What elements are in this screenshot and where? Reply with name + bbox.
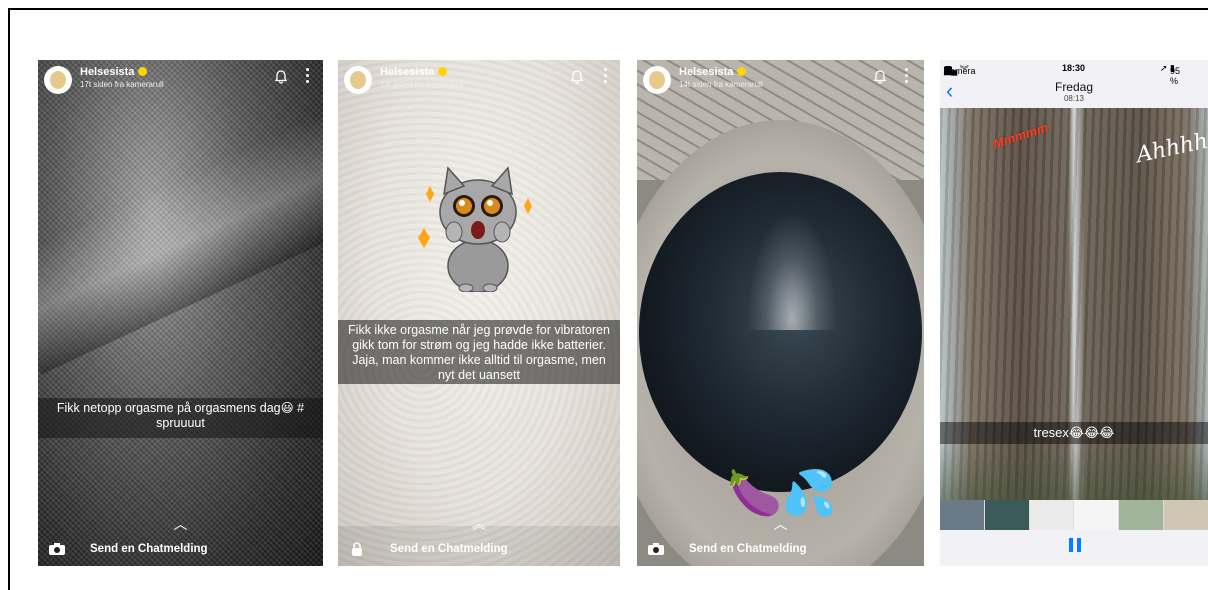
- chat-message-button[interactable]: Send en Chatmelding: [90, 543, 208, 555]
- chat-message-button[interactable]: Send en Chatmelding: [390, 543, 508, 555]
- eggplant-droplets-sticker: 🍆💦: [727, 469, 837, 518]
- clock: 18:30: [1062, 63, 1086, 73]
- thumbnail[interactable]: [1074, 500, 1119, 530]
- timestamp: 14t siden fra kamerarull: [380, 80, 464, 89]
- avatar[interactable]: [344, 66, 372, 94]
- battery: ➚ 95 % ▮: [1160, 63, 1181, 86]
- star-badge-icon: [737, 67, 747, 76]
- status-bar: Kamera ▂▄ ︾ 18:30 ➚ 95 % ▮: [940, 60, 1208, 86]
- lock-icon[interactable]: [348, 542, 366, 556]
- carrier-label: Kamera ▂▄ ︾: [944, 65, 976, 76]
- camera-icon[interactable]: [647, 542, 665, 556]
- white-bedsheet-photo: [338, 60, 620, 566]
- pause-icon[interactable]: [1068, 538, 1082, 552]
- snap-header: Helsesista 14t siden fra kamerarull: [637, 60, 924, 100]
- star-badge-icon: [138, 67, 148, 76]
- star-badge-icon: [438, 67, 448, 76]
- ios-photo-viewer: Kamera ▂▄ ︾ 18:30 ➚ 95 % ▮ ‹ Fredag 08:1…: [940, 60, 1208, 566]
- more-options-icon[interactable]: [604, 68, 608, 86]
- thumbnail[interactable]: [1119, 500, 1164, 530]
- snap-story-3[interactable]: Helsesista 14t siden fra kamerarull 🍆💦 ︿…: [637, 60, 924, 566]
- avatar[interactable]: [44, 66, 72, 94]
- avatar[interactable]: [643, 66, 671, 94]
- nav-title: Fredag: [1054, 80, 1094, 94]
- shocked-cat-sticker-icon: [418, 166, 532, 292]
- thumbnail-strip[interactable]: [940, 500, 1208, 530]
- nav-subtitle: 08:13: [1063, 94, 1085, 103]
- camera-icon[interactable]: [48, 542, 66, 556]
- snap-caption: Fikk netopp orgasme på orgasmens dag😃 # …: [38, 398, 323, 438]
- snap-header: Helsesista 17t siden fra kamerarull: [38, 60, 323, 100]
- bell-icon[interactable]: [570, 70, 584, 84]
- nav-bar: ‹ Fredag 08:13: [940, 78, 1208, 108]
- snap-footer: ︿ Send en Chatmelding: [637, 516, 924, 566]
- chevron-up-icon[interactable]: ︿: [774, 514, 788, 534]
- chevron-up-icon[interactable]: ︿: [174, 514, 188, 534]
- snap-header: Helsesista 14t siden fra kamerarull: [338, 60, 620, 100]
- timestamp: 14t siden fra kamerarull: [679, 80, 763, 89]
- snap-footer: ︽ Send en Chatmelding: [338, 516, 620, 566]
- chat-message-button[interactable]: Send en Chatmelding: [689, 543, 807, 555]
- thumbnail[interactable]: [1164, 500, 1208, 530]
- thumbnail[interactable]: [1029, 500, 1074, 530]
- chevron-up-icon[interactable]: ︽: [472, 514, 486, 534]
- thumbnail[interactable]: [984, 500, 1029, 530]
- username[interactable]: Helsesista: [679, 66, 747, 78]
- more-options-icon[interactable]: [306, 68, 310, 86]
- snap-caption: Fikk ikke orgasme når jeg prøvde for vib…: [338, 320, 620, 384]
- bell-icon[interactable]: [274, 70, 288, 84]
- snap-footer: ︿ Send en Chatmelding: [38, 516, 323, 566]
- ground-foliage: [940, 440, 1208, 500]
- fountain-spray: [747, 210, 837, 330]
- username[interactable]: Helsesista: [380, 66, 448, 78]
- snap-story-2[interactable]: Helsesista 14t siden fra kamerarull Fikk…: [338, 60, 620, 566]
- timestamp: 17t siden fra kamerarull: [80, 80, 164, 89]
- bell-icon[interactable]: [873, 70, 887, 84]
- video-caption: tresex😂😂😂: [940, 422, 1208, 444]
- more-options-icon[interactable]: [905, 68, 909, 86]
- username[interactable]: Helsesista: [80, 66, 148, 78]
- thumbnail[interactable]: [940, 500, 984, 530]
- snap-story-1[interactable]: Helsesista 17t siden fra kamerarull Fikk…: [38, 60, 323, 566]
